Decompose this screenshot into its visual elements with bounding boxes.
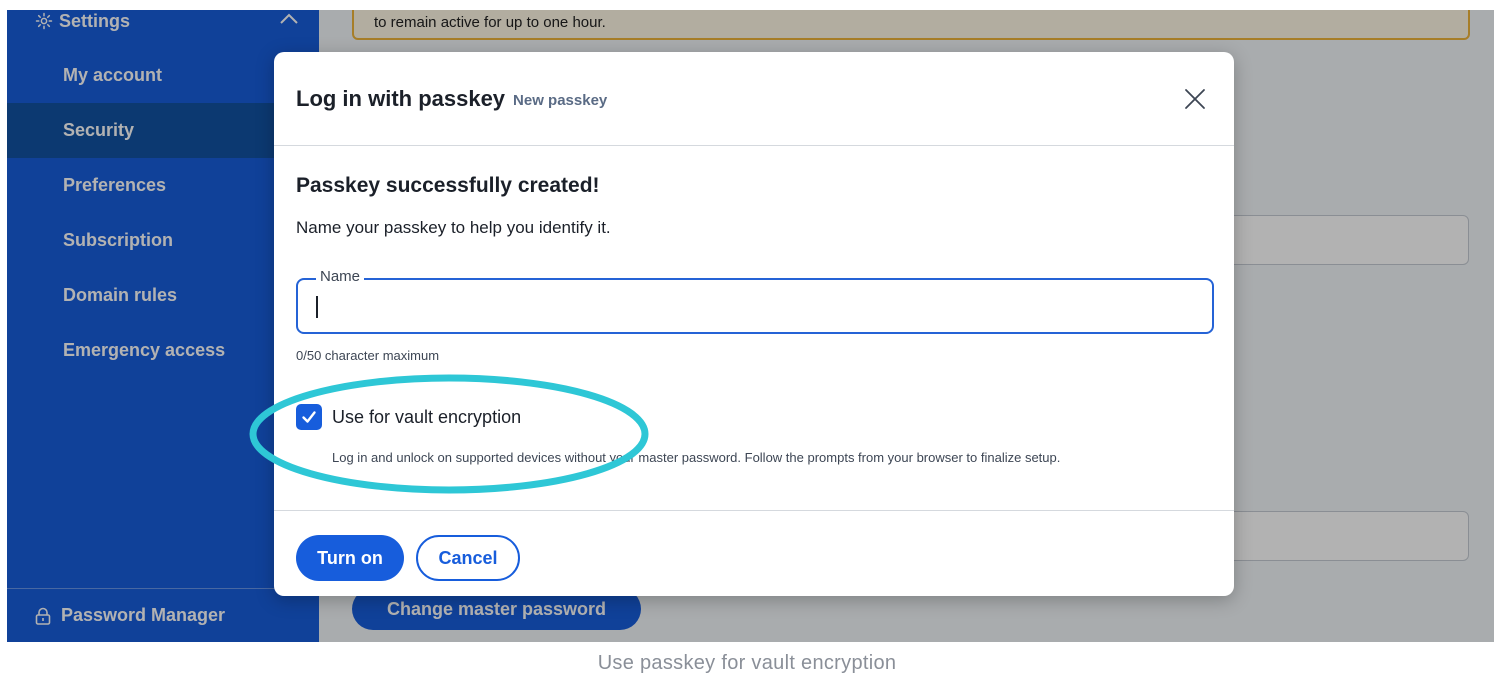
turn-on-button[interactable]: Turn on xyxy=(296,535,404,581)
close-icon[interactable] xyxy=(1184,88,1206,110)
figure: Settings My account Security Preferences… xyxy=(0,0,1494,684)
cancel-button[interactable]: Cancel xyxy=(416,535,520,581)
figure-caption: Use passkey for vault encryption xyxy=(597,652,897,674)
instruction-text: Name your passkey to help you identify i… xyxy=(296,218,611,237)
name-field-label: Name xyxy=(316,268,365,285)
success-heading: Passkey successfully created! xyxy=(296,174,600,197)
dialog-header: Log in with passkey New passkey xyxy=(274,52,1234,146)
name-field[interactable]: Name xyxy=(296,268,1214,334)
screenshot-area: Settings My account Security Preferences… xyxy=(7,10,1494,642)
text-caret xyxy=(316,296,318,318)
dialog-footer: Turn on Cancel xyxy=(274,510,1234,596)
character-count-hint: 0/50 character maximum xyxy=(296,348,440,363)
name-input[interactable] xyxy=(314,290,1194,322)
highlight-annotation xyxy=(249,374,649,494)
dialog-title: Log in with passkey xyxy=(296,85,506,111)
passkey-dialog: Log in with passkey New passkey Passkey … xyxy=(274,52,1234,596)
dialog-subtitle: New passkey xyxy=(513,92,608,109)
